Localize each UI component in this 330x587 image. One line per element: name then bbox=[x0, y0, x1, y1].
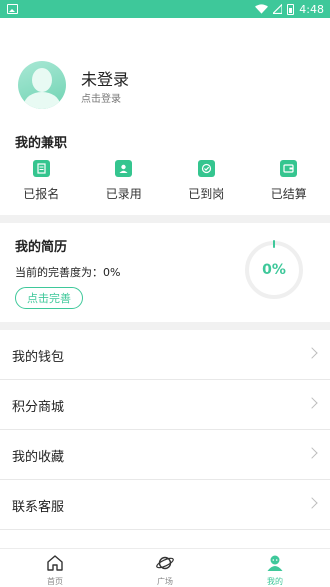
jobs-title: 我的兼职 bbox=[15, 132, 67, 151]
jobs-status-row: 已报名 已录用 已到岗 已结算 bbox=[0, 160, 330, 208]
job-status-hired[interactable]: 已录用 bbox=[83, 160, 166, 208]
tab-label: 我的 bbox=[220, 576, 330, 587]
check-icon bbox=[198, 160, 215, 177]
wallet-icon bbox=[280, 160, 297, 177]
job-label: 已结算 bbox=[271, 185, 307, 202]
chevron-right-icon bbox=[306, 347, 317, 358]
id-card-icon bbox=[115, 160, 132, 177]
chevron-right-icon bbox=[306, 397, 317, 408]
tab-mine[interactable]: 我的 bbox=[220, 549, 330, 587]
job-label: 已报名 bbox=[23, 185, 59, 202]
completeness-text: 当前的完善度为：0% bbox=[15, 264, 120, 280]
job-label: 已录用 bbox=[106, 185, 142, 202]
bottom-tab-bar: 首页 广场 我的 bbox=[0, 548, 330, 586]
menu-item-wallet[interactable]: 我的钱包 bbox=[0, 330, 330, 380]
signal-icon bbox=[273, 4, 282, 14]
user-name[interactable]: 未登录 bbox=[81, 66, 129, 90]
resume-card: 我的简历 当前的完善度为：0% 点击完善 0% bbox=[0, 224, 330, 322]
tab-label: 广场 bbox=[110, 576, 220, 587]
completeness-percent: 0% bbox=[243, 239, 305, 301]
document-icon bbox=[33, 160, 50, 177]
menu-item-label: 联系客服 bbox=[12, 496, 64, 515]
menu-item-label: 我的收藏 bbox=[12, 446, 64, 465]
tab-home[interactable]: 首页 bbox=[0, 549, 110, 587]
avatar[interactable] bbox=[18, 61, 66, 109]
tab-label: 首页 bbox=[0, 576, 110, 587]
home-icon bbox=[46, 554, 64, 572]
menu-item-points-mall[interactable]: 积分商城 bbox=[0, 380, 330, 430]
job-status-applied[interactable]: 已报名 bbox=[0, 160, 83, 208]
job-label: 已到岗 bbox=[188, 185, 224, 202]
login-hint[interactable]: 点击登录 bbox=[81, 90, 121, 105]
status-time: 4:48 bbox=[299, 3, 324, 16]
planet-icon bbox=[156, 554, 174, 572]
chevron-right-icon bbox=[306, 447, 317, 458]
wifi-icon bbox=[255, 4, 268, 14]
resume-title: 我的简历 bbox=[15, 236, 67, 255]
profile-icon bbox=[266, 554, 284, 572]
status-bar: 4:48 bbox=[0, 0, 330, 18]
complete-resume-button[interactable]: 点击完善 bbox=[15, 287, 83, 309]
chevron-right-icon bbox=[306, 497, 317, 508]
profile-header[interactable]: 未登录 点击登录 bbox=[0, 45, 330, 120]
image-notification-icon bbox=[7, 4, 18, 14]
job-status-onboard[interactable]: 已到岗 bbox=[165, 160, 248, 208]
menu-item-label: 积分商城 bbox=[12, 396, 64, 415]
section-divider bbox=[0, 215, 330, 223]
section-divider bbox=[0, 322, 330, 330]
menu-item-label: 我的钱包 bbox=[12, 346, 64, 365]
job-status-settled[interactable]: 已结算 bbox=[248, 160, 330, 208]
menu-list: 我的钱包 积分商城 我的收藏 联系客服 bbox=[0, 330, 330, 530]
battery-icon bbox=[287, 4, 294, 15]
menu-item-favorites[interactable]: 我的收藏 bbox=[0, 430, 330, 480]
tab-square[interactable]: 广场 bbox=[110, 549, 220, 587]
menu-item-customer-service[interactable]: 联系客服 bbox=[0, 480, 330, 530]
